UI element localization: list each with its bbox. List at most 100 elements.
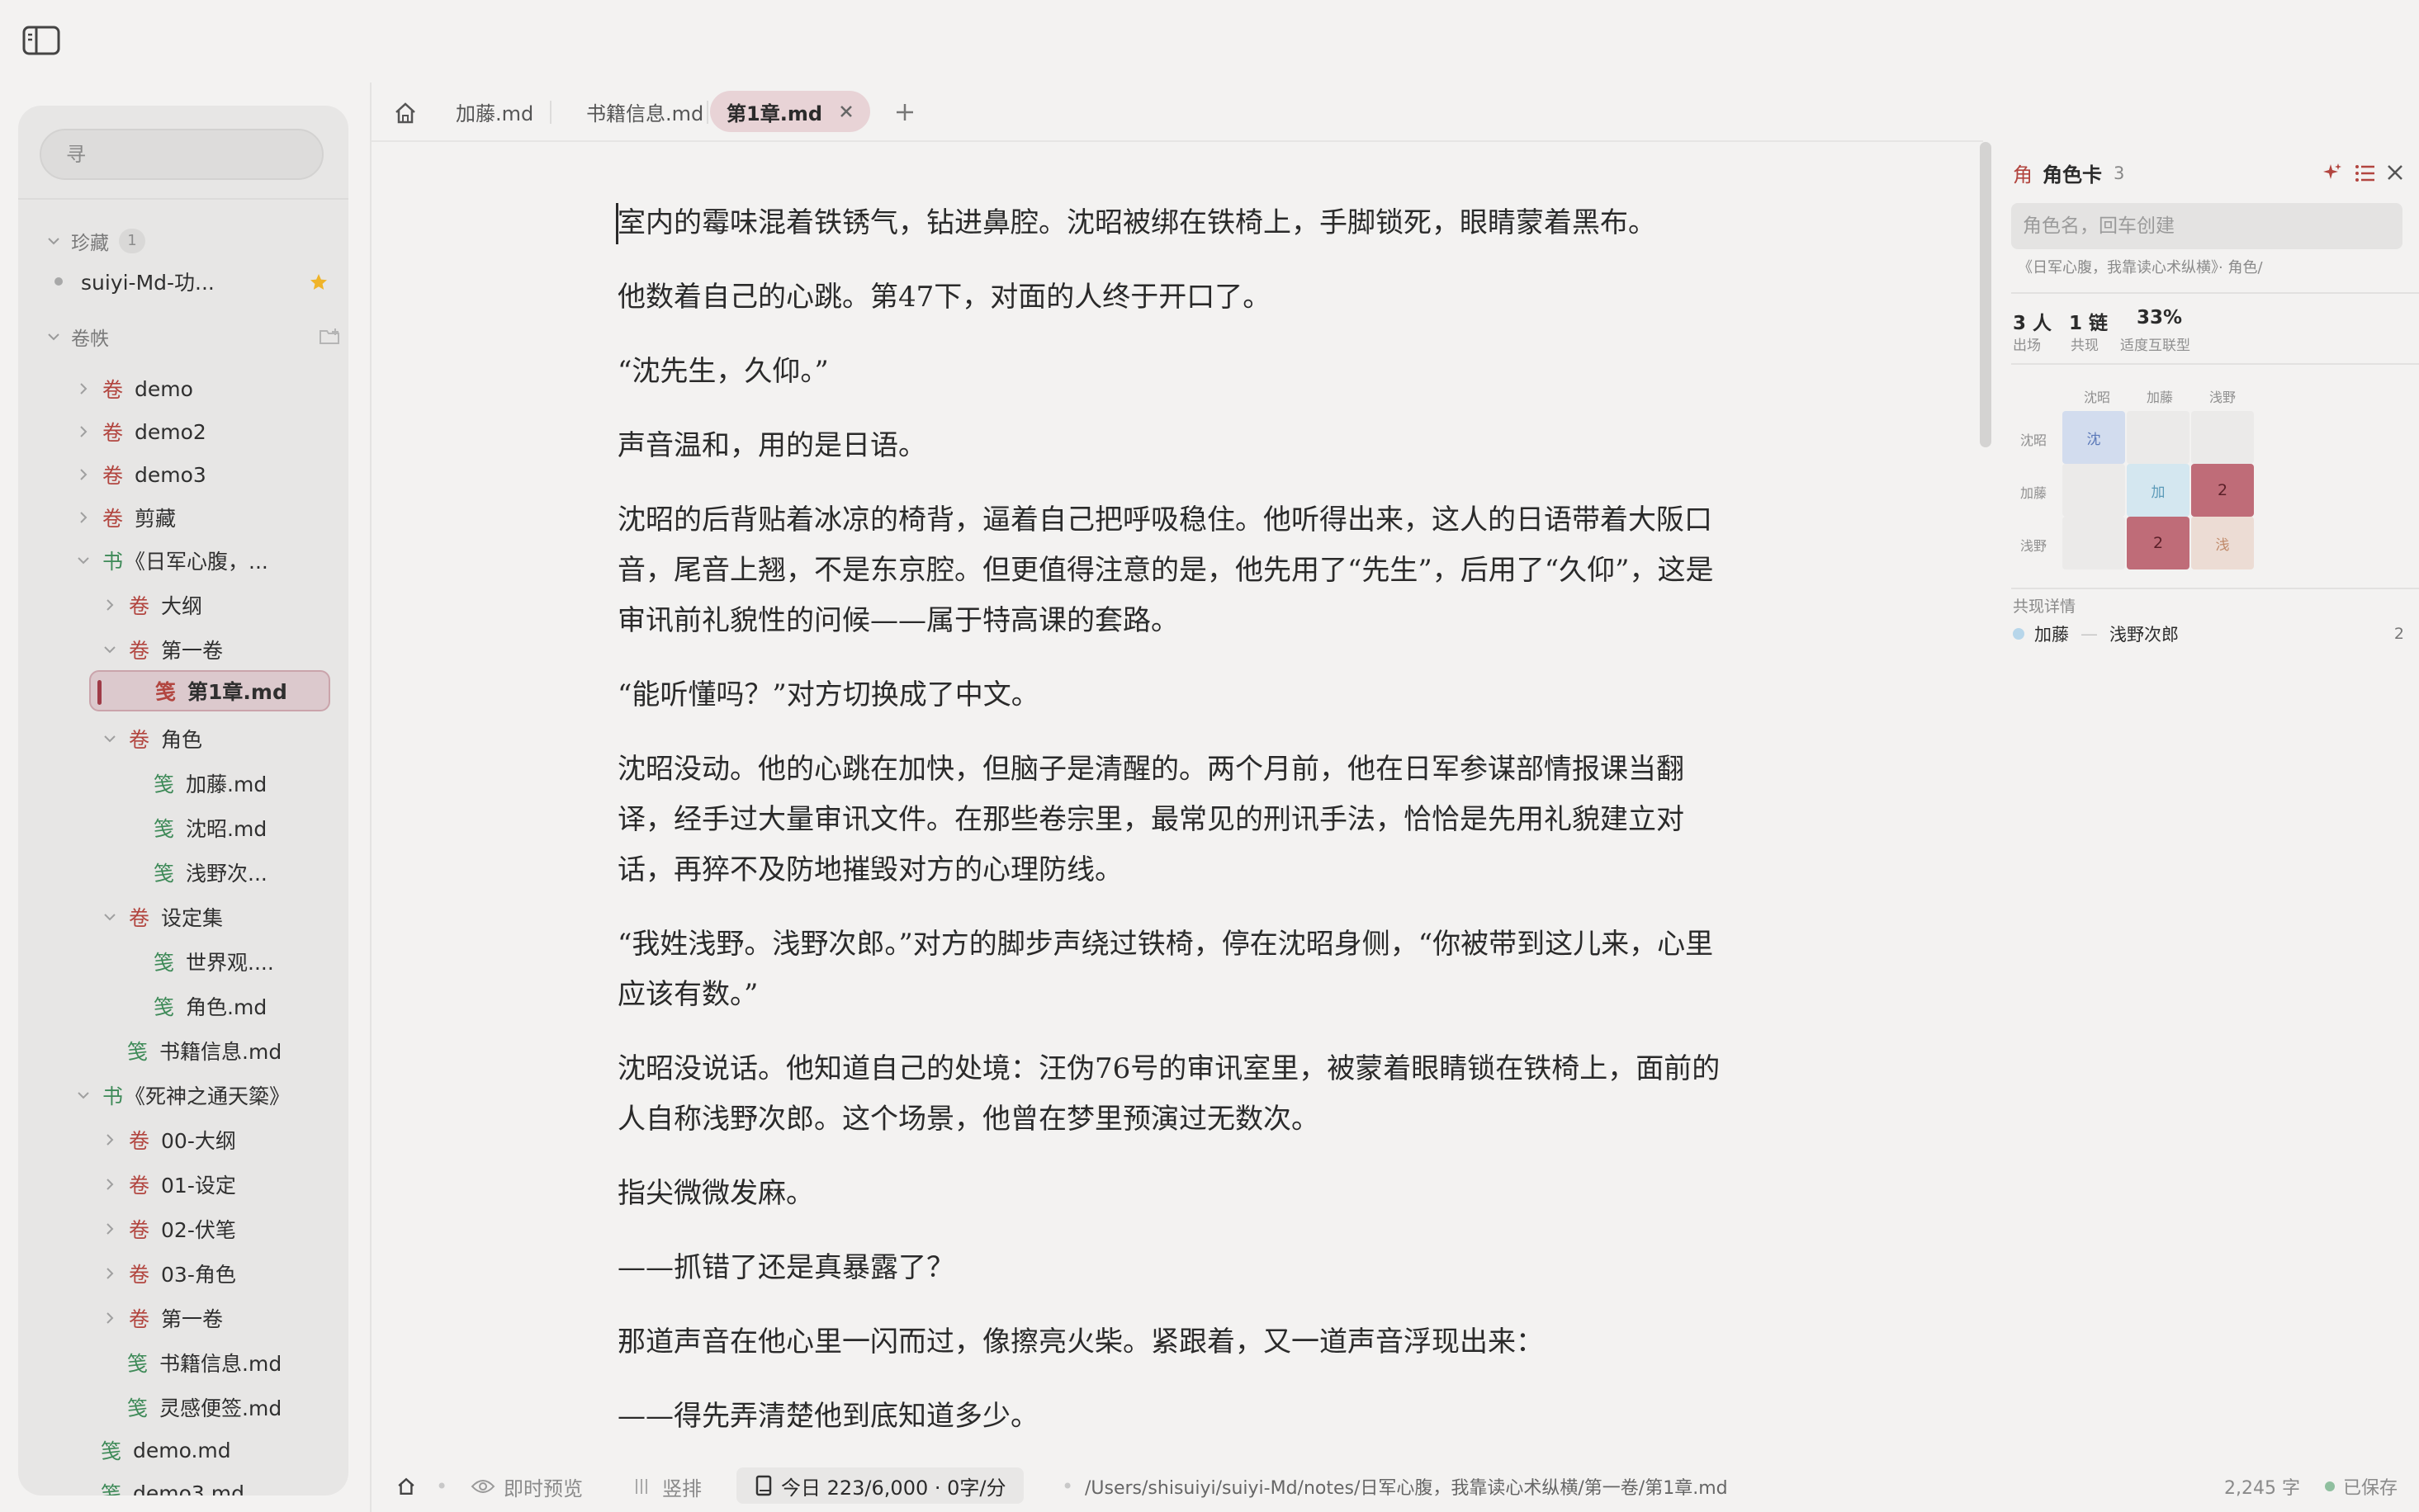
- paragraph: 沈昭没动。他的心跳在加快，但脑子是清醒的。两个月前，他在日军参谋部情报课当翻译，…: [618, 753, 1684, 886]
- stat-appearance-value: 3 人: [2013, 313, 2052, 334]
- tree-item-clippings[interactable]: 卷 剪藏: [74, 497, 176, 538]
- list-icon[interactable]: [2355, 163, 2376, 183]
- tree-item-book-1[interactable]: 书 《日军心腹，...: [74, 540, 268, 581]
- tree-item-worldview[interactable]: 笺 世界观....: [154, 941, 274, 982]
- sidebar-toggle-button[interactable]: [21, 25, 61, 56]
- editor-scrollbar[interactable]: [1980, 142, 1991, 447]
- favorites-section-header[interactable]: 珍藏 1: [45, 224, 145, 258]
- tree-item-asano[interactable]: 笺 浅野次...: [154, 852, 267, 893]
- daily-progress-text: 今日 223/6,000 · 0字/分: [781, 1476, 1006, 1500]
- volume-icon: 卷: [129, 1263, 150, 1287]
- tree-item-bookinfo-2[interactable]: 笺 书籍信息.md: [127, 1342, 282, 1383]
- note-icon: 笺: [154, 862, 175, 886]
- tree-item-01-settings[interactable]: 卷 01-设定: [101, 1164, 236, 1205]
- chevron-right-icon: [80, 426, 88, 437]
- tree-item-label: 第1章.md: [187, 680, 287, 704]
- cooccur-name-a: 加藤: [2034, 625, 2069, 645]
- volume-icon: 卷: [102, 507, 124, 531]
- panel-header: 角 角色卡 3: [2013, 158, 2124, 187]
- cooccur-detail-row[interactable]: 加藤 — 浅野次郎 2: [2013, 621, 2404, 647]
- matrix-col-label: 浅野: [2208, 390, 2236, 405]
- note-icon: 笺: [154, 951, 175, 975]
- matrix-cell-cooccur[interactable]: 2: [2191, 464, 2254, 517]
- tree-item-roles[interactable]: 笺 角色.md: [154, 985, 267, 1027]
- character-card-panel: 角 角色卡 3 角色名，回车创建 《日军心腹，我靠读心术纵横》· 角色/ 3 人…: [1995, 142, 2419, 1462]
- close-icon[interactable]: [839, 104, 854, 119]
- tab-underline: [372, 140, 1983, 142]
- matrix-cell-diagonal[interactable]: 沈: [2062, 411, 2125, 464]
- sidebar-search-input[interactable]: 寻: [40, 129, 324, 180]
- paragraph: 那道声音在他心里一闪而过，像擦亮火柴。紧跟着，又一道声音浮现出来：: [618, 1325, 1544, 1358]
- note-icon: 笺: [155, 680, 177, 704]
- tree-item-shenzhao[interactable]: 笺 沈昭.md: [154, 807, 267, 848]
- panel-path: 《日军心腹，我靠读心术纵横》· 角色/: [2018, 259, 2263, 276]
- plus-icon[interactable]: [893, 101, 916, 124]
- matrix-cell-diagonal[interactable]: 加: [2127, 464, 2189, 517]
- tree-item-demo3-md[interactable]: 笺 demo3.md: [101, 1472, 244, 1496]
- matrix-cell[interactable]: [2127, 411, 2189, 464]
- tab-label: 第1章.md: [727, 102, 823, 125]
- matrix-cell[interactable]: [2191, 411, 2254, 464]
- tree-item-inspiration[interactable]: 笺 灵感便签.md: [127, 1387, 282, 1428]
- tree-item-demo2[interactable]: 卷 demo2: [74, 411, 206, 452]
- tree-item-label: 浅野次...: [186, 862, 267, 886]
- panel-glyph: 角: [2013, 163, 2033, 187]
- tree-item-demo[interactable]: 卷 demo: [74, 368, 193, 409]
- chevron-right-icon: [107, 1179, 114, 1190]
- volume-icon: 卷: [129, 594, 150, 618]
- tree-item-volume-1[interactable]: 卷 第一卷: [101, 629, 223, 670]
- saved-dot-icon: [2325, 1481, 2335, 1491]
- tree-item-kato[interactable]: 笺 加藤.md: [154, 763, 267, 804]
- book-icon: [755, 1475, 772, 1496]
- note-icon: 笺: [101, 1482, 122, 1495]
- matrix-cell-diagonal[interactable]: 浅: [2191, 517, 2254, 569]
- new-folder-icon[interactable]: [319, 327, 342, 347]
- tree-item-label: 01-设定: [161, 1174, 236, 1198]
- tree-item-00-outline[interactable]: 卷 00-大纲: [101, 1119, 236, 1160]
- status-home-button[interactable]: [396, 1461, 416, 1512]
- note-icon: 笺: [127, 1396, 149, 1420]
- tab-kato[interactable]: 加藤.md: [439, 91, 550, 132]
- sparkle-icon[interactable]: [2322, 162, 2343, 183]
- matrix-cell[interactable]: [2062, 464, 2125, 517]
- character-name-input[interactable]: 角色名，回车创建: [2011, 203, 2402, 249]
- matrix-cell-cooccur[interactable]: 2: [2127, 517, 2189, 569]
- tree-item-label: 书籍信息.md: [159, 1040, 282, 1064]
- library-label: 卷帙: [71, 328, 109, 350]
- favorite-item-label: suiyi-Md-功...: [81, 271, 215, 295]
- tab-separator: [550, 101, 551, 124]
- matrix-row-label: 浅野: [2019, 538, 2047, 554]
- volume-icon: 卷: [129, 1174, 150, 1198]
- tree-item-bookinfo-1[interactable]: 笺 书籍信息.md: [127, 1030, 282, 1071]
- tab-chapter-1[interactable]: 第1章.md: [710, 91, 871, 132]
- close-icon[interactable]: [2386, 163, 2404, 182]
- tree-item-volume-1b[interactable]: 卷 第一卷: [101, 1297, 223, 1339]
- tree-item-label: 《死神之通天簗》: [125, 1084, 291, 1108]
- book-icon: 书: [102, 550, 124, 574]
- tree-item-demo-md[interactable]: 笺 demo.md: [101, 1429, 231, 1471]
- tree-item-02-foreshadow[interactable]: 卷 02-伏笔: [101, 1208, 236, 1250]
- live-preview-toggle[interactable]: 即时预览: [471, 1461, 583, 1512]
- tree-item-demo3[interactable]: 卷 demo3: [74, 454, 206, 495]
- chevron-right-icon: [107, 1223, 114, 1235]
- paragraph: “能听懂吗？”对方切换成了中文。: [618, 678, 1039, 711]
- tree-item-characters[interactable]: 卷 角色: [101, 718, 202, 759]
- matrix-cell[interactable]: [2062, 517, 2125, 569]
- tree-item-03-characters[interactable]: 卷 03-角色: [101, 1253, 236, 1294]
- panel-divider: [2011, 363, 2419, 365]
- home-icon[interactable]: [393, 101, 418, 125]
- volume-icon: 卷: [129, 1129, 150, 1153]
- daily-progress-chip[interactable]: 今日 223/6,000 · 0字/分: [736, 1467, 1025, 1504]
- tree-item-book-2[interactable]: 书 《死神之通天簗》: [74, 1075, 290, 1116]
- vertical-layout-toggle[interactable]: 竖排: [634, 1461, 702, 1512]
- panel-count: 3: [2114, 163, 2125, 183]
- tab-bookinfo[interactable]: 书籍信息.md: [570, 91, 720, 132]
- tree-item-chapter-1[interactable]: 笺 第1章.md: [89, 670, 330, 711]
- editor[interactable]: 室内的霉味混着铁锈气，钻进鼻腔。沈昭被绑在铁椅上，手脚锁死，眼睛蒙着黑布。 他数…: [618, 198, 1724, 1461]
- tree-item-settings[interactable]: 卷 设定集: [101, 896, 223, 938]
- library-section-header[interactable]: 卷帙: [45, 320, 342, 353]
- note-icon: 笺: [127, 1040, 149, 1064]
- favorite-item[interactable]: suiyi-Md-功...: [54, 261, 335, 302]
- tree-item-outline[interactable]: 卷 大纲: [101, 584, 202, 626]
- tree-item-label: 灵感便签.md: [159, 1396, 282, 1420]
